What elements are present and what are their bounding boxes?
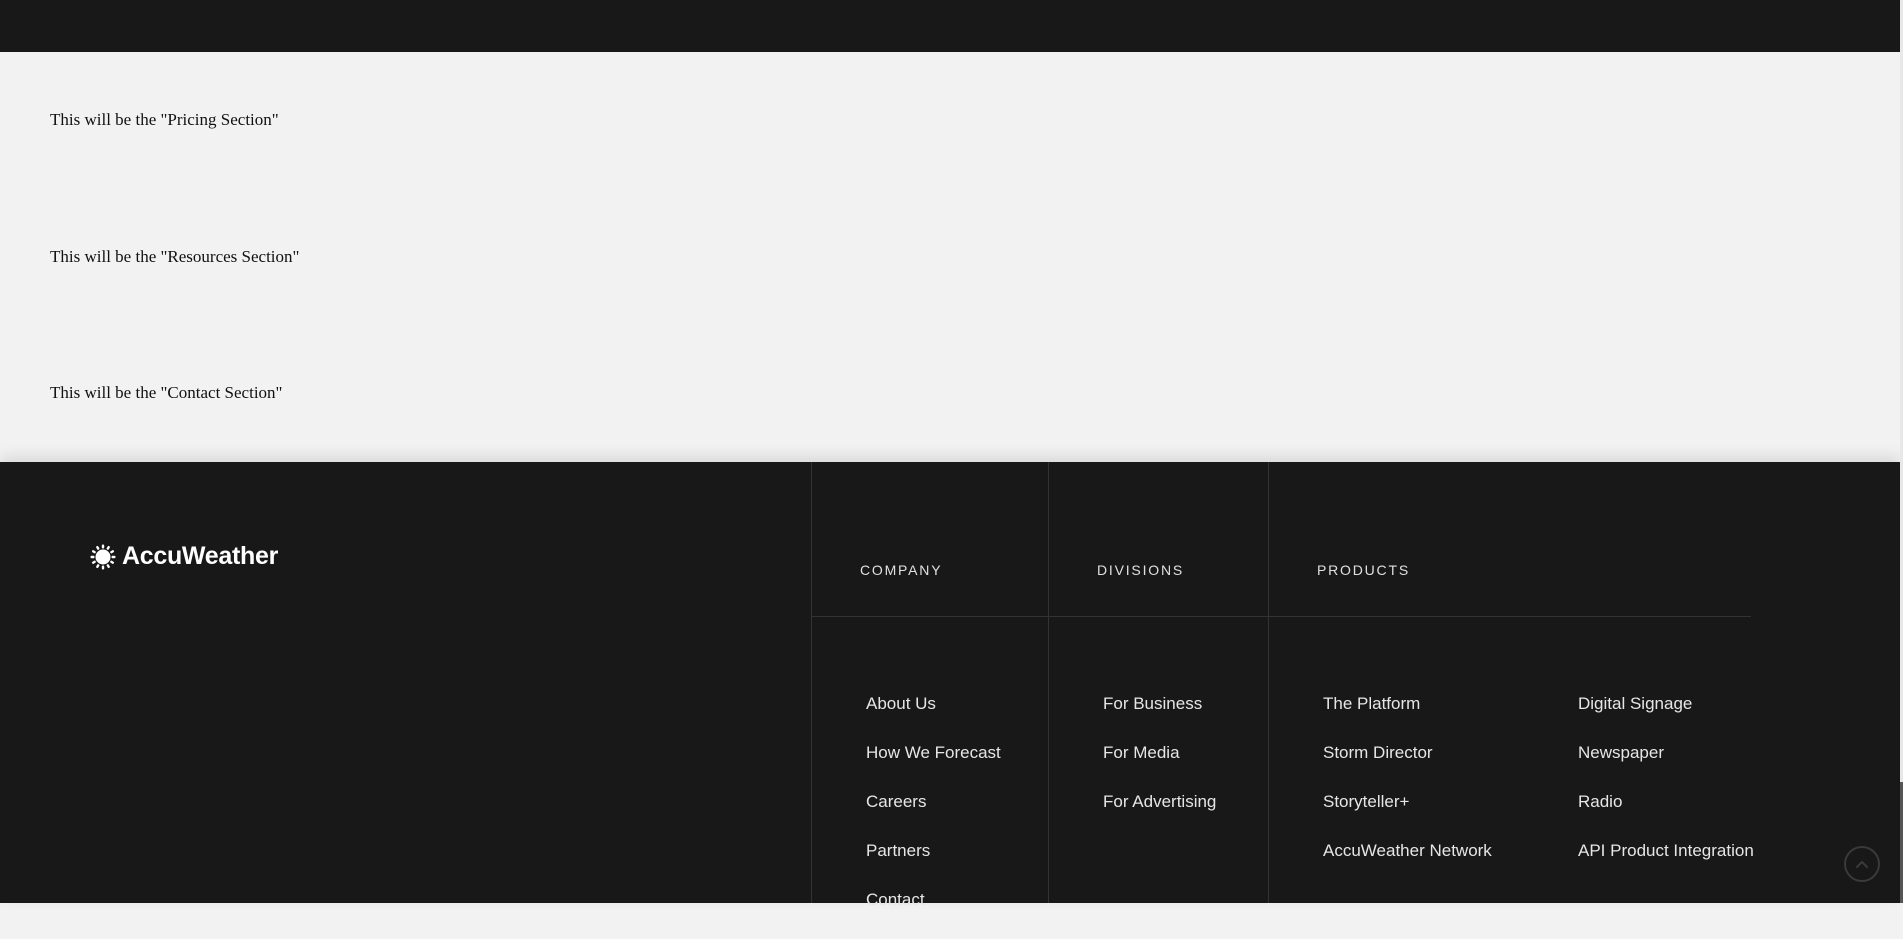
top-navigation-bar [0, 0, 1900, 52]
footer-link-how-we-forecast[interactable]: How We Forecast [866, 743, 1001, 792]
products-heading: PRODUCTS [1317, 562, 1410, 578]
footer-link-about-us[interactable]: About Us [866, 694, 1001, 743]
site-footer: AccuWeather COMPANY DIVISIONS PRODUCTS A… [0, 462, 1900, 909]
footer-link-radio[interactable]: Radio [1578, 792, 1754, 841]
footer-link-storyteller-plus[interactable]: Storyteller+ [1323, 792, 1492, 841]
footer-link-for-advertising[interactable]: For Advertising [1103, 792, 1216, 841]
products-links: The Platform Storm Director Storyteller+… [1323, 694, 1492, 890]
footer-link-accuweather-network[interactable]: AccuWeather Network [1323, 841, 1492, 890]
column-divider [1048, 462, 1049, 903]
accuweather-logo[interactable]: AccuWeather [90, 542, 278, 571]
footer-link-digital-signage[interactable]: Digital Signage [1578, 694, 1754, 743]
company-heading: COMPANY [860, 562, 943, 578]
footer-link-api-product-integration[interactable]: API Product Integration [1578, 841, 1754, 890]
scroll-to-top-button[interactable] [1844, 846, 1880, 882]
footer-link-for-media[interactable]: For Media [1103, 743, 1216, 792]
logo-text: AccuWeather [122, 542, 279, 570]
pricing-section-placeholder: This will be the "Pricing Section" [50, 110, 279, 129]
header-divider [811, 616, 1751, 617]
sun-icon [90, 544, 116, 570]
products-links-secondary: Digital Signage Newspaper Radio API Prod… [1578, 694, 1754, 890]
divisions-heading: DIVISIONS [1097, 562, 1184, 578]
footer-link-storm-director[interactable]: Storm Director [1323, 743, 1492, 792]
footer-link-partners[interactable]: Partners [866, 841, 1001, 890]
contact-section-placeholder: This will be the "Contact Section" [50, 383, 283, 402]
divisions-links: For Business For Media For Advertising [1103, 694, 1216, 841]
footer-link-contact[interactable]: Contact [866, 890, 1001, 939]
footer-link-newspaper[interactable]: Newspaper [1578, 743, 1754, 792]
column-divider [1268, 462, 1269, 903]
company-links: About Us How We Forecast Careers Partner… [866, 694, 1001, 939]
chevron-up-icon [1852, 854, 1872, 874]
column-divider [811, 462, 812, 903]
footer-link-for-business[interactable]: For Business [1103, 694, 1216, 743]
content-sections: This will be the "Pricing Section" This … [0, 52, 1900, 462]
footer-link-careers[interactable]: Careers [866, 792, 1001, 841]
resources-section-placeholder: This will be the "Resources Section" [50, 247, 300, 266]
footer-link-the-platform[interactable]: The Platform [1323, 694, 1492, 743]
